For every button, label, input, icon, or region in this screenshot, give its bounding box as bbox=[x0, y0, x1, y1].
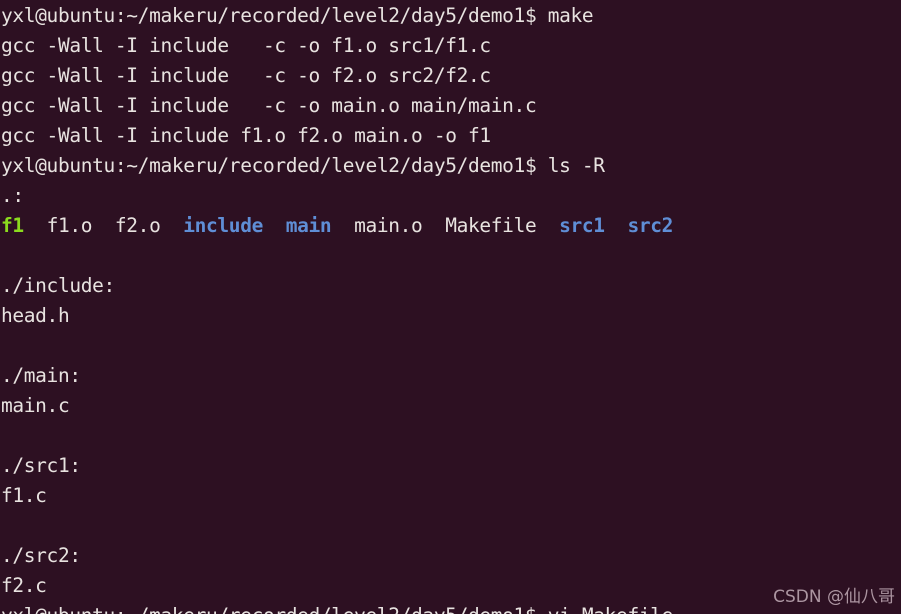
ls-entry-include: include bbox=[183, 214, 263, 237]
terminal-line-prompt-vi: yxl@ubuntu:~/makeru/recorded/level2/day5… bbox=[1, 601, 901, 614]
terminal-line-gcc-f1: gcc -Wall -I include -c -o f1.o src1/f1.… bbox=[1, 34, 491, 57]
terminal-line-dir-src2: ./src2: bbox=[1, 544, 81, 567]
terminal-line-file-f2-c: f2.c bbox=[1, 574, 47, 597]
terminal-line-blank-2 bbox=[1, 331, 901, 361]
ls-entry-main: main bbox=[285, 214, 332, 237]
terminal-line-file-f1-c: f1.c bbox=[1, 484, 47, 507]
ls-entry-f1-o: f1.o bbox=[46, 214, 93, 237]
terminal-line-ls-root-listing: f1 f1.o f2.o include main main.o Makefil… bbox=[1, 211, 901, 241]
terminal-line-gcc-main: gcc -Wall -I include -c -o main.o main/m… bbox=[1, 94, 537, 117]
ls-entry-src1: src1 bbox=[559, 214, 605, 237]
terminal-line-prompt-make: yxl@ubuntu:~/makeru/recorded/level2/day5… bbox=[1, 4, 594, 27]
terminal-line-dir-root: .: bbox=[1, 184, 24, 207]
terminal-line-blank-4 bbox=[1, 511, 901, 541]
terminal-line-gcc-f2: gcc -Wall -I include -c -o f2.o src2/f2.… bbox=[1, 64, 491, 87]
ls-entry-separator bbox=[92, 214, 115, 237]
ls-entry-f1: f1 bbox=[1, 214, 24, 237]
terminal-line-file-main-c: main.c bbox=[1, 394, 70, 417]
terminal-line-blank-1 bbox=[1, 241, 901, 271]
terminal-line-dir-include: ./include: bbox=[1, 274, 115, 297]
ls-entry-f2-o: f2.o bbox=[114, 214, 161, 237]
ls-entry-separator bbox=[536, 214, 559, 237]
terminal-line-dir-main: ./main: bbox=[1, 364, 81, 387]
ls-entry-separator bbox=[263, 214, 286, 237]
terminal-window[interactable]: yxl@ubuntu:~/makeru/recorded/level2/day5… bbox=[0, 0, 901, 614]
terminal-line-file-head-h: head.h bbox=[1, 304, 70, 327]
terminal-line-prompt-ls: yxl@ubuntu:~/makeru/recorded/level2/day5… bbox=[1, 154, 605, 177]
terminal-line-dir-src1: ./src1: bbox=[1, 454, 81, 477]
ls-entry-separator bbox=[422, 214, 445, 237]
ls-entry-main-o: main.o bbox=[354, 214, 423, 237]
terminal-line-gcc-link: gcc -Wall -I include f1.o f2.o main.o -o… bbox=[1, 124, 491, 147]
ls-entry-makefile: Makefile bbox=[445, 214, 537, 237]
ls-entry-separator bbox=[24, 214, 47, 237]
ls-entry-separator bbox=[605, 214, 628, 237]
ls-entry-src2: src2 bbox=[627, 214, 674, 237]
terminal-line-blank-3 bbox=[1, 421, 901, 451]
ls-entry-separator bbox=[160, 214, 183, 237]
ls-entry-separator bbox=[331, 214, 354, 237]
